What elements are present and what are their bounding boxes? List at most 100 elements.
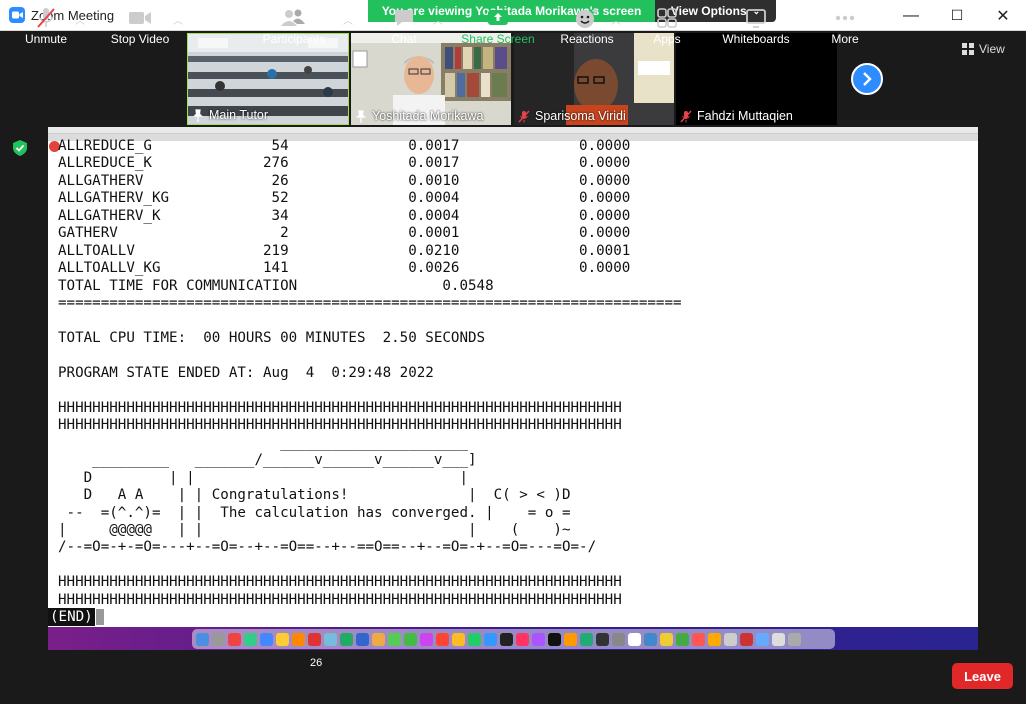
app-icon: [628, 632, 641, 646]
terminal-line: TOTAL TIME FOR COMMUNICATION 0.0548: [58, 277, 494, 294]
app-icon: [228, 632, 241, 646]
app-icon: [708, 632, 721, 646]
close-button[interactable]: ✕: [980, 0, 1026, 31]
apps-button[interactable]: Apps: [648, 0, 686, 53]
notes-icon: [276, 632, 289, 646]
music-icon: [516, 632, 529, 646]
terminal-line: -- =(^.^)= | | The calculation has conve…: [58, 504, 571, 521]
next-page-button[interactable]: [851, 63, 883, 95]
terminal-line: D A A | | Congratulations! | C( > < )D: [58, 487, 571, 504]
terminal-icon: [596, 632, 609, 646]
more-dots-icon: [835, 15, 855, 21]
terminal-line: TOTAL CPU TIME: 00 HOURS 00 MINUTES 2.50…: [58, 329, 486, 346]
chat-options-caret[interactable]: ︿: [433, 12, 443, 27]
terminal-line: ​: [58, 347, 682, 364]
mic-muted-icon: [518, 110, 530, 122]
terminal-line: HHHHHHHHHHHHHHHHHHHHHHHHHHHHHHHHHHHHHHHH…: [58, 417, 622, 434]
app-icon: [676, 632, 689, 646]
unmute-button[interactable]: Unmute: [18, 0, 74, 53]
terminal-line: ALLREDUCE_G 54 0.0017 0.0000: [58, 138, 631, 154]
app-icon: [372, 632, 385, 646]
maximize-button[interactable]: ☐: [934, 0, 980, 31]
launchpad-icon: [212, 632, 225, 646]
terminal-line: ALLTOALLV_KG 141 0.0026 0.0000: [58, 260, 631, 277]
participant-name: Sparisoma Viridi: [518, 109, 626, 123]
terminal-line: D | | |: [58, 469, 468, 486]
chat-button[interactable]: Chat: [384, 0, 424, 53]
view-button[interactable]: View: [962, 42, 1005, 56]
app-icon: [324, 632, 337, 646]
security-shield-icon[interactable]: [11, 139, 29, 157]
chat-icon: [395, 10, 413, 26]
participants-options-caret[interactable]: ︿: [343, 12, 353, 27]
app-icon: [340, 632, 353, 646]
app-icon: [580, 632, 593, 646]
app-icon: [740, 632, 753, 646]
pin-icon: [193, 108, 203, 122]
books-icon: [564, 632, 577, 646]
app-icon: [436, 632, 449, 646]
terminal-line: _________ _______/______v______v______v_…: [58, 452, 477, 469]
chevron-right-icon: [863, 72, 872, 86]
video-camera-icon: [129, 12, 151, 24]
settings-icon: [612, 632, 625, 646]
app-icon: [260, 632, 273, 646]
audio-options-caret[interactable]: ︿: [75, 12, 85, 27]
mic-muted-icon: [37, 8, 55, 28]
mic-muted-icon: [680, 110, 692, 122]
reactions-button[interactable]: Reactions: [558, 0, 616, 53]
app-icon: [500, 632, 513, 646]
participant-name: Fahdzi Muttaqien: [680, 109, 793, 123]
reactions-options-caret[interactable]: ︿: [611, 12, 621, 27]
terminal-line: HHHHHHHHHHHHHHHHHHHHHHHHHHHHHHHHHHHHHHHH…: [58, 399, 622, 416]
chrome-icon: [692, 632, 705, 646]
zoom-icon: [756, 632, 769, 646]
terminal-line: ALLREDUCE_K 276 0.0017 0.0000: [58, 155, 631, 172]
terminal-line: HHHHHHHHHHHHHHHHHHHHHHHHHHHHHHHHHHHHHHHH…: [58, 574, 622, 591]
terminal-line: ​: [58, 313, 682, 330]
app-icon: [420, 632, 433, 646]
shared-screen: ALLREDUCE_G 54 0.0017 0.0000 ALLREDUCE_K …: [48, 127, 978, 650]
downloads-icon: [772, 632, 785, 646]
whiteboard-icon: [746, 9, 766, 28]
tv-icon: [548, 632, 561, 646]
terminal-cursor: [96, 609, 104, 625]
messages-icon: [388, 632, 401, 646]
app-icon: [244, 632, 257, 646]
terminal-line: ALLGATHERV_KG 52 0.0004 0.0000: [58, 190, 631, 207]
terminal-line: ​: [58, 557, 682, 574]
apps-icon: [657, 8, 677, 28]
terminal-line: ​: [58, 382, 682, 399]
facetime-icon: [404, 632, 417, 646]
leave-button[interactable]: Leave: [952, 663, 1013, 689]
app-icon: [468, 632, 481, 646]
terminal-line: ALLGATHERV 26 0.0010 0.0000: [58, 172, 631, 189]
terminal-line: /--=O=-+-=O=---+--=O=--+--=O==--+--==O==…: [58, 539, 597, 556]
grid-icon: [962, 43, 974, 55]
finder-icon: [196, 632, 209, 646]
meeting-toolbar: [0, 651, 1026, 704]
terminal-line: ========================================…: [58, 295, 682, 312]
app-icon: [292, 632, 305, 646]
mac-menubar: [48, 127, 978, 134]
whiteboards-button[interactable]: Whiteboards: [718, 0, 794, 53]
stop-video-button[interactable]: Stop Video: [104, 0, 176, 53]
app-icon: [660, 632, 673, 646]
smiley-plus-icon: [576, 8, 598, 28]
terminal-line: | @@@@@ | | | ( )~: [58, 521, 571, 538]
participants-icon: [281, 9, 305, 26]
app-icon: [452, 632, 465, 646]
participants-button[interactable]: Participants: [259, 0, 329, 53]
share-screen-button[interactable]: Share Screen: [460, 0, 536, 53]
minimize-button[interactable]: —: [888, 0, 934, 31]
terminal-line: ALLGATHERV_K 34 0.0004 0.0000: [58, 207, 631, 224]
app-icon: [484, 632, 497, 646]
participants-count-badge: 26: [310, 657, 323, 669]
video-options-caret[interactable]: ︿: [173, 12, 183, 27]
mac-dock: [192, 629, 835, 649]
more-button[interactable]: More: [827, 0, 863, 53]
pager-end-marker: (END): [48, 608, 95, 626]
terminal-line: HHHHHHHHHHHHHHHHHHHHHHHHHHHHHHHHHHHHHHHH…: [58, 591, 622, 608]
podcasts-icon: [532, 632, 545, 646]
terminal-line: GATHERV 2 0.0001 0.0000: [58, 225, 631, 242]
